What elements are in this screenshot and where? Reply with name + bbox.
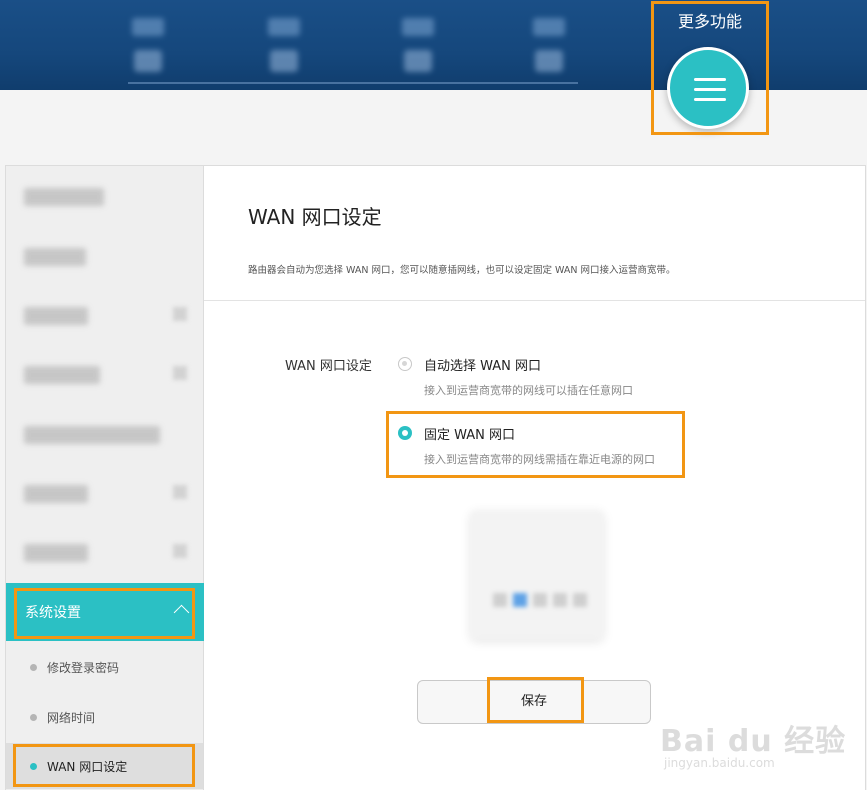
content-panel: WAN 网口设定 路由器会自动为您选择 WAN 网口，您可以随意插网线，也可以设… [204, 165, 866, 790]
nav-underline [128, 82, 578, 84]
sidebar-subitem-change-password[interactable]: 修改登录密码 [6, 644, 203, 690]
divider [204, 300, 865, 301]
page-description: 路由器会自动为您选择 WAN 网口，您可以随意插网线，也可以设定固定 WAN 网… [248, 265, 676, 276]
page-title: WAN 网口设定 [248, 205, 382, 229]
sidebar-item-blurred[interactable] [6, 168, 203, 226]
sidebar-item-blurred[interactable] [6, 228, 203, 286]
more-features-menu-button[interactable] [667, 47, 749, 129]
more-features-label: 更多功能 [677, 12, 742, 31]
watermark-url: jingyan.baidu.com [664, 756, 775, 770]
radio-fixed-wan[interactable] [398, 426, 412, 440]
bullet-icon [30, 763, 37, 770]
watermark-brand: Bai du 经验 [660, 724, 847, 759]
option-desc-auto-wan: 接入到运营商宽带的网线可以插在任意网口 [424, 384, 633, 397]
sidebar-item-label: 系统设置 [25, 605, 81, 621]
sidebar-subitem-label: 网络时间 [47, 711, 96, 725]
baidu-watermark: Bai du 经验 jingyan.baidu.com [660, 716, 847, 770]
sidebar-item-blurred[interactable] [6, 465, 203, 523]
router-illustration [471, 511, 603, 639]
sidebar-item-system-settings[interactable]: 系统设置 [6, 583, 205, 641]
bullet-icon [30, 714, 37, 721]
nav-item-blurred[interactable] [523, 18, 575, 76]
option-label-auto-wan[interactable]: 自动选择 WAN 网口 [424, 355, 541, 374]
option-desc-fixed-wan: 接入到运营商宽带的网线需插在靠近电源的网口 [424, 453, 655, 466]
bullet-icon [30, 664, 37, 671]
option-label-fixed-wan[interactable]: 固定 WAN 网口 [424, 424, 515, 443]
nav-item-blurred[interactable] [258, 18, 310, 76]
sidebar-item-blurred[interactable] [6, 346, 203, 404]
sidebar-item-blurred[interactable] [6, 406, 203, 464]
sidebar-item-blurred[interactable] [6, 524, 203, 582]
sidebar-subitem-label: 修改登录密码 [47, 661, 120, 675]
wan-setting-label: WAN 网口设定 [285, 359, 372, 374]
nav-item-blurred[interactable] [392, 18, 444, 76]
chevron-up-icon [173, 604, 190, 621]
sidebar-subitem-wan-port[interactable]: WAN 网口设定 [6, 743, 203, 789]
sidebar: 系统设置 修改登录密码 网络时间 WAN 网口设定 [5, 165, 205, 790]
sidebar-subitem-network-time[interactable]: 网络时间 [6, 694, 203, 740]
radio-auto-wan[interactable] [398, 357, 412, 371]
nav-item-blurred[interactable] [122, 18, 174, 76]
save-button[interactable]: 保存 [417, 680, 651, 724]
sidebar-subitem-label: WAN 网口设定 [47, 760, 128, 774]
sidebar-item-blurred[interactable] [6, 287, 203, 345]
